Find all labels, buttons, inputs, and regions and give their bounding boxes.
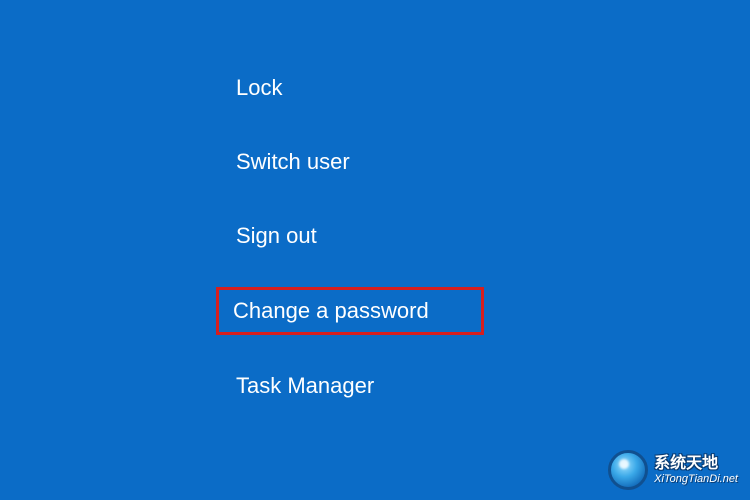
switch-user-option[interactable]: Switch user: [218, 139, 368, 185]
watermark: 系统天地 XiTongTianDi.net: [608, 450, 738, 490]
security-options-menu: Lock Switch user Sign out Change a passw…: [218, 65, 484, 437]
globe-icon: [608, 450, 648, 490]
sign-out-option[interactable]: Sign out: [218, 213, 335, 259]
watermark-title: 系统天地: [654, 455, 738, 473]
lock-option[interactable]: Lock: [218, 65, 300, 111]
watermark-url: XiTongTianDi.net: [654, 473, 738, 485]
change-password-option[interactable]: Change a password: [216, 287, 484, 335]
task-manager-option[interactable]: Task Manager: [218, 363, 392, 409]
watermark-text: 系统天地 XiTongTianDi.net: [654, 455, 738, 485]
